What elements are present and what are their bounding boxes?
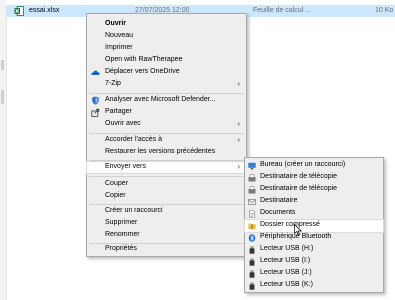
submenu-item-label: Destinataire de télécopie bbox=[260, 185, 338, 192]
menu-item-label: Créer un raccourci bbox=[105, 207, 163, 214]
send-to-documents[interactable]: Documents bbox=[245, 208, 383, 220]
send-to-usb-i[interactable]: Lecteur USB (I:) bbox=[245, 256, 383, 268]
menu-item-label: Imprimer bbox=[105, 44, 133, 51]
submenu-item-label: Documents bbox=[260, 209, 296, 216]
menu-item-label: Nouveau bbox=[105, 32, 134, 39]
menu-separator bbox=[89, 93, 244, 94]
menu-separator bbox=[89, 133, 244, 134]
submenu-item-label: Lecteur USB (H:) bbox=[260, 245, 314, 252]
menu-item-open-with-rawtherapee[interactable]: Open with RawTherapee bbox=[87, 55, 246, 66]
menu-item-7zip[interactable]: 7-Zip › bbox=[87, 79, 246, 90]
menu-item-label: Déplacer vers OneDrive bbox=[105, 68, 180, 75]
file-type: Feuille de calcul ... bbox=[253, 7, 311, 14]
usb-drive-icon bbox=[249, 282, 255, 290]
send-to-fax-recipient[interactable]: Destinataire de télécopie bbox=[245, 172, 383, 184]
sidebar-fragment bbox=[1, 90, 4, 104]
send-to-desktop[interactable]: Bureau (créer un raccourci) bbox=[245, 160, 383, 172]
menu-item-label: Couper bbox=[105, 180, 128, 187]
fax-icon bbox=[248, 186, 256, 194]
send-to-usb-h[interactable]: Lecteur USB (H:) bbox=[245, 244, 383, 256]
send-to-mail-recipient[interactable]: Destinataire bbox=[245, 196, 383, 208]
menu-item-label: Copier bbox=[105, 192, 126, 199]
menu-separator bbox=[89, 204, 244, 205]
usb-drive-icon bbox=[249, 258, 255, 266]
usb-drive-icon bbox=[249, 246, 255, 254]
submenu-item-label: Destinataire bbox=[260, 197, 298, 204]
mouse-cursor-icon bbox=[294, 224, 302, 236]
defender-shield-icon bbox=[92, 96, 99, 105]
menu-item-cut[interactable]: Couper bbox=[87, 179, 246, 190]
menu-item-label: Accorder l'accès à bbox=[105, 136, 162, 143]
menu-item-restore-versions[interactable]: Restaurer les versions précédentes bbox=[87, 147, 246, 158]
submenu-item-label: Lecteur USB (J:) bbox=[260, 269, 312, 276]
bluetooth-icon bbox=[248, 234, 256, 242]
send-to-compressed-folder[interactable]: Dossier compressé bbox=[244, 219, 384, 233]
menu-item-label: 7-Zip bbox=[105, 80, 121, 87]
chevron-right-icon: › bbox=[237, 135, 240, 144]
menu-item-grant-access[interactable]: Accorder l'accès à › bbox=[87, 135, 246, 146]
menu-separator bbox=[89, 160, 244, 161]
menu-item-label: Propriétés bbox=[105, 245, 137, 252]
menu-item-label: Restaurer les versions précédentes bbox=[105, 148, 216, 155]
desktop-icon bbox=[248, 162, 256, 170]
menu-item-label: Analyser avec Microsoft Defender... bbox=[105, 96, 216, 103]
menu-item-label: Renommer bbox=[105, 231, 140, 238]
explorer-left-edge bbox=[0, 0, 7, 300]
usb-drive-icon bbox=[249, 270, 255, 278]
file-name: essai.xlsx bbox=[29, 7, 60, 14]
excel-file-icon bbox=[14, 6, 24, 16]
submenu-item-label: Dossier compressé bbox=[260, 221, 320, 228]
menu-item-open[interactable]: Ouvrir bbox=[87, 19, 246, 30]
menu-item-defender-scan[interactable]: Analyser avec Microsoft Defender... bbox=[87, 95, 246, 106]
submenu-item-label: Destinataire de télécopie bbox=[260, 173, 338, 180]
sidebar-fragment bbox=[1, 60, 4, 70]
chevron-right-icon: › bbox=[237, 162, 240, 171]
zip-folder-icon bbox=[248, 223, 256, 230]
send-to-usb-k[interactable]: Lecteur USB (K:) bbox=[245, 280, 383, 292]
context-menu: Ouvrir Nouveau Imprimer Open with RawThe… bbox=[86, 13, 247, 257]
menu-item-print[interactable]: Imprimer bbox=[87, 43, 246, 54]
submenu-item-label: Lecteur USB (I:) bbox=[260, 257, 311, 264]
onedrive-cloud-icon bbox=[91, 70, 100, 75]
menu-item-create-shortcut[interactable]: Créer un raccourci bbox=[87, 206, 246, 217]
menu-item-new[interactable]: Nouveau bbox=[87, 31, 246, 42]
mail-recipient-icon bbox=[248, 199, 256, 205]
menu-item-share[interactable]: Partager bbox=[87, 107, 246, 118]
menu-item-copy[interactable]: Copier bbox=[87, 191, 246, 202]
menu-item-send-to[interactable]: Envoyer vers › bbox=[86, 161, 247, 174]
menu-item-label: Ouvrir bbox=[105, 20, 127, 27]
documents-icon bbox=[249, 210, 256, 218]
menu-item-label: Supprimer bbox=[105, 219, 138, 226]
menu-item-label: Envoyer vers bbox=[105, 163, 146, 170]
menu-item-delete[interactable]: Supprimer bbox=[87, 218, 246, 229]
send-to-submenu: Bureau (créer un raccourci) Destinataire… bbox=[244, 157, 384, 293]
share-icon bbox=[91, 108, 100, 117]
chevron-right-icon: › bbox=[237, 79, 240, 88]
send-to-fax-recipient[interactable]: Destinataire de télécopie bbox=[245, 184, 383, 196]
fax-icon bbox=[248, 174, 256, 182]
menu-item-open-with[interactable]: Ouvrir avec › bbox=[87, 119, 246, 130]
submenu-item-label: Bureau (créer un raccourci) bbox=[260, 161, 346, 168]
chevron-right-icon: › bbox=[237, 119, 240, 128]
menu-item-label: Open with RawTherapee bbox=[105, 56, 183, 63]
menu-item-move-to-onedrive[interactable]: Déplacer vers OneDrive bbox=[87, 67, 246, 78]
menu-item-properties[interactable]: Propriétés bbox=[87, 244, 246, 255]
send-to-usb-j[interactable]: Lecteur USB (J:) bbox=[245, 268, 383, 280]
send-to-bluetooth-device[interactable]: Périphérique Bluetooth bbox=[245, 232, 383, 244]
menu-separator bbox=[89, 176, 244, 177]
menu-item-label: Ouvrir avec bbox=[105, 120, 141, 127]
submenu-item-label: Lecteur USB (K:) bbox=[260, 281, 313, 288]
menu-item-label: Partager bbox=[105, 108, 132, 115]
menu-item-rename[interactable]: Renommer bbox=[87, 230, 246, 241]
file-size: 10 Ko bbox=[375, 7, 394, 14]
